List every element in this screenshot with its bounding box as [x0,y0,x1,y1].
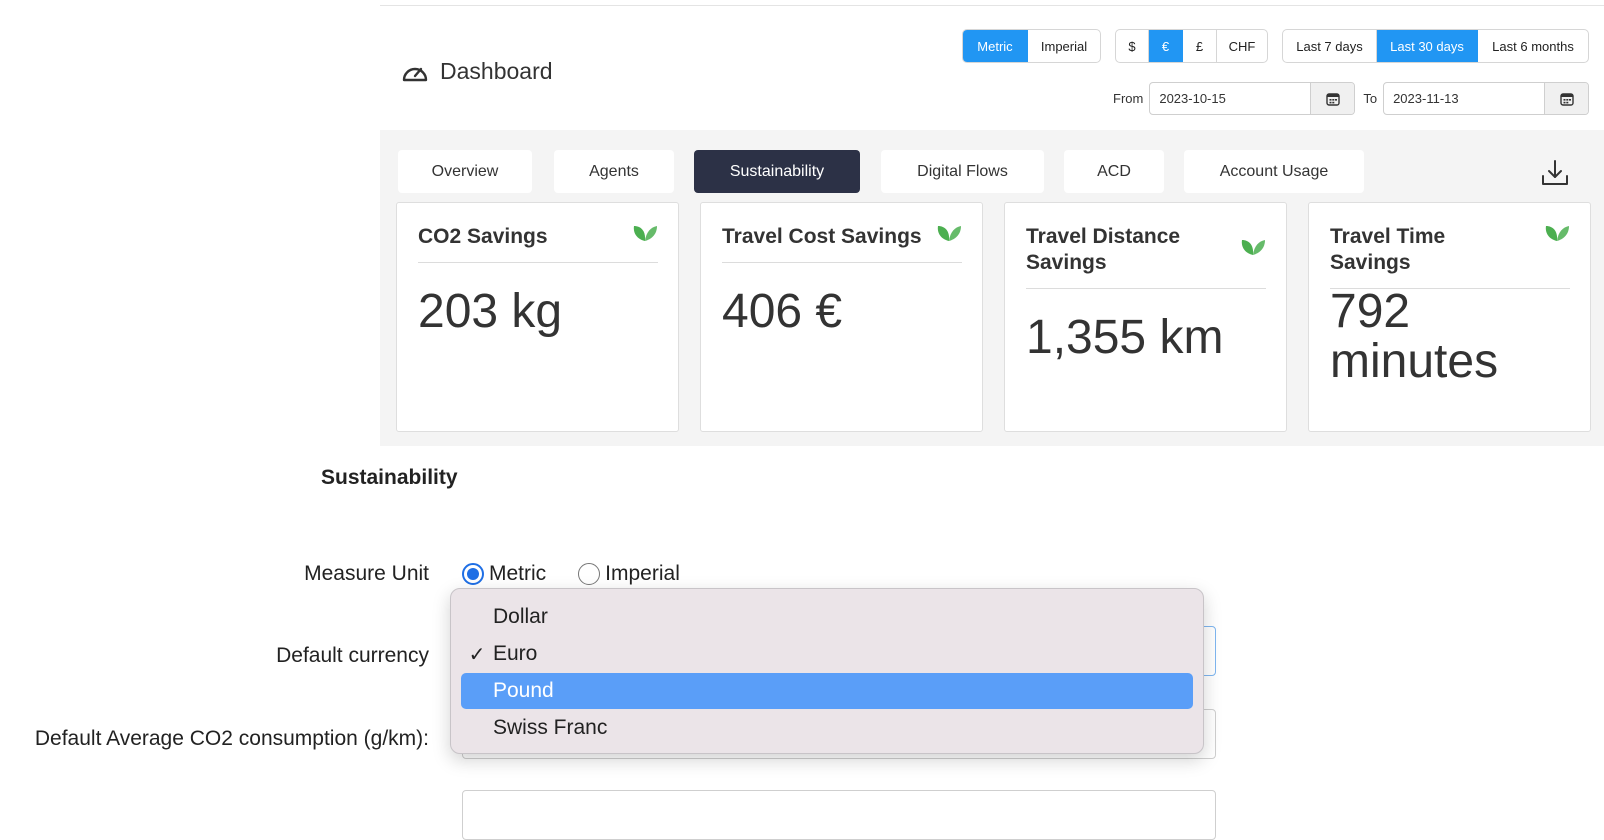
travel-cost-savings-card: Travel Cost Savings 406 € [700,202,983,432]
date-range-toggle: Last 7 days Last 30 days Last 6 months [1282,29,1589,63]
section-title: Sustainability [321,466,458,489]
dashboard-header: Dashboard Metric Imperial $ € £ CHF Last… [380,5,1604,135]
co2-savings-card: CO2 Savings 203 kg [396,202,679,432]
card-title: Travel Distance Savings [1026,225,1181,274]
leaf-icon [1241,240,1265,255]
currency-dollar-button[interactable]: $ [1116,30,1149,62]
from-date-field[interactable]: 2023-10-15 [1149,82,1356,115]
metric-radio[interactable] [462,563,484,585]
card-value: 203 kg [418,285,563,338]
dropdown-option-pound[interactable]: Pound [461,673,1193,709]
range-6-months-button[interactable]: Last 6 months [1478,30,1588,62]
tab-sustainability[interactable]: Sustainability [694,150,860,193]
travel-time-savings-card: Travel Time Savings 792 minutes [1308,202,1591,432]
option-label: Pound [493,679,554,702]
card-value: 406 € [722,285,843,338]
leaf-icon [937,226,961,241]
date-range-inputs: From 2023-10-15 To 2023-11-13 [1113,82,1590,115]
imperial-radio[interactable] [578,563,601,585]
option-label: Euro [493,642,538,665]
card-value: 792 minutes [1330,285,1499,388]
checkmark-icon: ✓ [468,643,486,666]
unit-metric-button[interactable]: Metric [963,30,1028,62]
range-7-days-button[interactable]: Last 7 days [1283,30,1377,62]
tab-overview[interactable]: Overview [398,150,532,193]
tab-digital-flows[interactable]: Digital Flows [881,150,1044,193]
tab-account-usage[interactable]: Account Usage [1184,150,1364,193]
measure-unit-label: Measure Unit [304,562,429,585]
unit-toggle: Metric Imperial [962,29,1101,63]
card-value: 1,355 km [1026,311,1224,364]
card-title: Travel Time Savings [1330,225,1446,274]
card-header: CO2 Savings [418,224,658,263]
card-title: Travel Cost Savings [722,225,922,248]
range-30-days-button[interactable]: Last 30 days [1377,30,1478,62]
card-header: Travel Time Savings [1330,224,1570,289]
calendar-icon[interactable] [1310,83,1355,114]
dashboard-panel: Dashboard Metric Imperial $ € £ CHF Last… [380,0,1604,446]
currency-dropdown-menu: Dollar ✓ Euro Pound Swiss Franc [450,588,1204,754]
dashboard-title-text: Dashboard [440,58,553,84]
dropdown-option-swiss-franc[interactable]: Swiss Franc [461,710,1193,746]
leaf-icon [1545,226,1569,241]
imperial-radio-label[interactable]: Imperial [605,562,680,586]
to-date-value[interactable]: 2023-11-13 [1384,83,1544,114]
card-header: Travel Cost Savings [722,224,962,263]
tab-agents[interactable]: Agents [554,150,674,193]
currency-euro-button[interactable]: € [1149,30,1183,62]
dropdown-option-euro[interactable]: ✓ Euro [461,636,1193,672]
download-icon[interactable] [1540,158,1570,188]
default-co2-label: Default Average CO2 consumption (g/km): [34,727,429,750]
unit-imperial-button[interactable]: Imperial [1028,30,1100,62]
leaf-icon [633,226,657,241]
option-label: Dollar [493,605,548,628]
dashboard-title: Dashboard [400,58,553,85]
from-label: From [1113,91,1144,106]
card-header: Travel Distance Savings [1026,224,1266,289]
currency-chf-button[interactable]: CHF [1217,30,1267,62]
dropdown-option-dollar[interactable]: Dollar [461,599,1193,635]
currency-pound-button[interactable]: £ [1183,30,1217,62]
default-currency-label: Default currency [276,644,429,667]
speedometer-icon [402,67,428,81]
calendar-icon[interactable] [1544,83,1589,114]
metric-radio-label[interactable]: Metric [489,562,546,586]
to-date-field[interactable]: 2023-11-13 [1383,82,1590,115]
dashboard-body: Overview Agents Sustainability Digital F… [380,130,1604,446]
currency-toggle: $ € £ CHF [1115,29,1268,63]
measure-unit-radio-group: Metric Imperial [462,562,680,586]
tab-acd[interactable]: ACD [1064,150,1164,193]
option-label: Swiss Franc [493,716,608,739]
card-title: CO2 Savings [418,225,548,248]
from-date-value[interactable]: 2023-10-15 [1150,83,1310,114]
to-label: To [1363,91,1378,106]
travel-distance-savings-card: Travel Distance Savings 1,355 km [1004,202,1287,432]
